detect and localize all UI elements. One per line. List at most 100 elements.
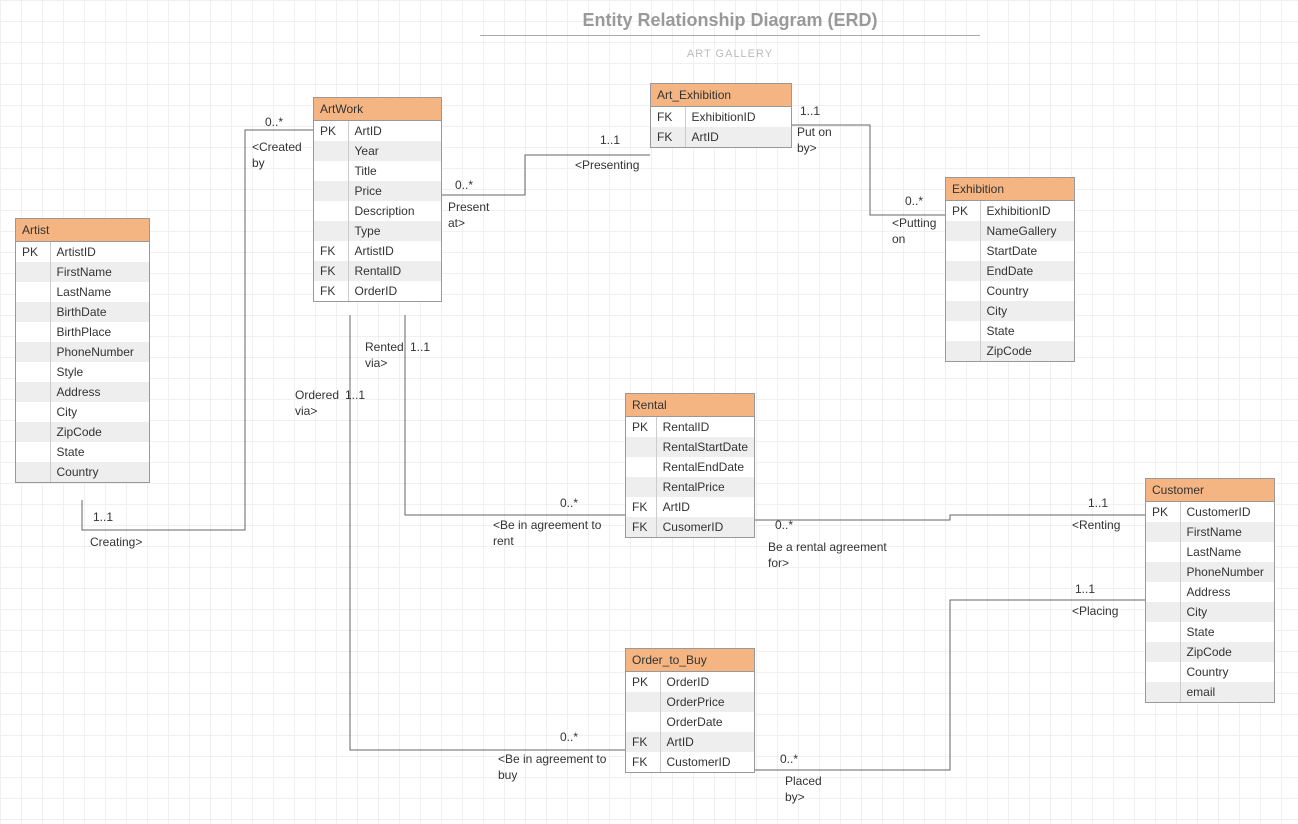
field-cell: Style (50, 362, 149, 382)
field-cell: ArtID (348, 121, 441, 141)
field-cell: ZipCode (1180, 642, 1274, 662)
label-placed-by-card: 0..* (780, 752, 798, 768)
key-cell (946, 281, 980, 301)
table-row: Country (946, 281, 1074, 301)
entity-artwork-rows: PKArtIDYearTitlePriceDescriptionTypeFKAr… (314, 121, 441, 301)
table-row: BirthDate (16, 302, 149, 322)
label-put-on-by: Put on by> (797, 125, 832, 156)
table-row: PKRentalID (626, 417, 754, 437)
entity-artist-rows: PKArtistIDFirstNameLastNameBirthDateBirt… (16, 242, 149, 482)
key-cell: FK (314, 261, 348, 281)
key-cell: PK (314, 121, 348, 141)
field-cell: ExhibitionID (685, 107, 791, 127)
key-cell (626, 477, 656, 497)
field-cell: RentalEndDate (656, 457, 754, 477)
table-row: PKArtID (314, 121, 441, 141)
field-cell: NameGallery (980, 221, 1074, 241)
table-row: FirstName (16, 262, 149, 282)
field-cell: email (1180, 682, 1274, 702)
key-cell (946, 261, 980, 281)
field-cell: RentalPrice (656, 477, 754, 497)
entity-rental[interactable]: Rental PKRentalIDRentalStartDateRentalEn… (625, 393, 755, 538)
table-row: NameGallery (946, 221, 1074, 241)
entity-artist[interactable]: Artist PKArtistIDFirstNameLastNameBirthD… (15, 218, 150, 483)
key-cell: PK (16, 242, 50, 262)
field-cell: ZipCode (50, 422, 149, 442)
label-placing-card: 1..1 (1075, 582, 1095, 598)
field-cell: ArtistID (50, 242, 149, 262)
field-cell: Address (1180, 582, 1274, 602)
key-cell (626, 692, 660, 712)
label-rented-via: Rented via> (365, 340, 404, 371)
entity-order[interactable]: Order_to_Buy PKOrderIDOrderPriceOrderDat… (625, 648, 755, 773)
key-cell: PK (626, 672, 660, 692)
field-cell: City (1180, 602, 1274, 622)
table-row: OrderPrice (626, 692, 754, 712)
table-row: Year (314, 141, 441, 161)
table-row: LastName (16, 282, 149, 302)
label-present-at: Present at> (448, 200, 489, 231)
entity-art-exhibition[interactable]: Art_Exhibition FKExhibitionIDFKArtID (650, 83, 792, 148)
entity-exhibition[interactable]: Exhibition PKExhibitionIDNameGalleryStar… (945, 177, 1075, 362)
entity-art-exhibition-rows: FKExhibitionIDFKArtID (651, 107, 791, 147)
label-creating-card: 1..1 (93, 510, 113, 526)
field-cell: Type (348, 221, 441, 241)
table-row: PKExhibitionID (946, 201, 1074, 221)
key-cell (1146, 582, 1180, 602)
table-row: ZipCode (946, 341, 1074, 361)
key-cell (16, 362, 50, 382)
field-cell: Address (50, 382, 149, 402)
field-cell: City (50, 402, 149, 422)
key-cell (1146, 602, 1180, 622)
entity-order-rows: PKOrderIDOrderPriceOrderDateFKArtIDFKCus… (626, 672, 754, 772)
key-cell (314, 221, 348, 241)
table-row: PKCustomerID (1146, 502, 1274, 522)
key-cell (16, 442, 50, 462)
key-cell (626, 712, 660, 732)
key-cell (1146, 682, 1180, 702)
field-cell: FirstName (50, 262, 149, 282)
key-cell (946, 341, 980, 361)
field-cell: RentalID (656, 417, 754, 437)
table-row: Address (1146, 582, 1274, 602)
entity-customer[interactable]: Customer PKCustomerIDFirstNameLastNamePh… (1145, 478, 1275, 703)
label-put-on-by-card: 1..1 (800, 104, 820, 120)
label-agree-buy: <Be in agreement to buy (498, 752, 606, 783)
label-rental-for: Be a rental agreement for> (768, 540, 887, 571)
field-cell: ZipCode (980, 341, 1074, 361)
label-rented-via-card: 1..1 (410, 340, 430, 356)
field-cell: BirthDate (50, 302, 149, 322)
label-renting-card: 1..1 (1088, 496, 1108, 512)
entity-artwork[interactable]: ArtWork PKArtIDYearTitlePriceDescription… (313, 97, 442, 302)
key-cell: FK (314, 241, 348, 261)
label-rental-for-card: 0..* (775, 518, 793, 534)
label-creating: Creating> (90, 535, 142, 551)
label-present-at-card: 0..* (455, 178, 473, 194)
field-cell: CustomerID (1180, 502, 1274, 522)
key-cell: FK (626, 517, 656, 537)
table-row: ZipCode (16, 422, 149, 442)
field-cell: Country (50, 462, 149, 482)
field-cell: Title (348, 161, 441, 181)
field-cell: ArtistID (348, 241, 441, 261)
table-row: Address (16, 382, 149, 402)
key-cell (1146, 542, 1180, 562)
table-row: PhoneNumber (1146, 562, 1274, 582)
field-cell: FirstName (1180, 522, 1274, 542)
key-cell (946, 301, 980, 321)
entity-art-exhibition-header: Art_Exhibition (651, 84, 791, 107)
field-cell: RentalStartDate (656, 437, 754, 457)
field-cell: OrderDate (660, 712, 754, 732)
key-cell (1146, 662, 1180, 682)
field-cell: ArtID (660, 732, 754, 752)
table-row: City (16, 402, 149, 422)
table-row: FKRentalID (314, 261, 441, 281)
label-created-by-card: 0..* (265, 115, 283, 131)
field-cell: Country (1180, 662, 1274, 682)
field-cell: OrderPrice (660, 692, 754, 712)
entity-artist-header: Artist (16, 219, 149, 242)
key-cell: PK (946, 201, 980, 221)
entity-artwork-header: ArtWork (314, 98, 441, 121)
table-row: FKArtID (626, 732, 754, 752)
table-row: Country (16, 462, 149, 482)
